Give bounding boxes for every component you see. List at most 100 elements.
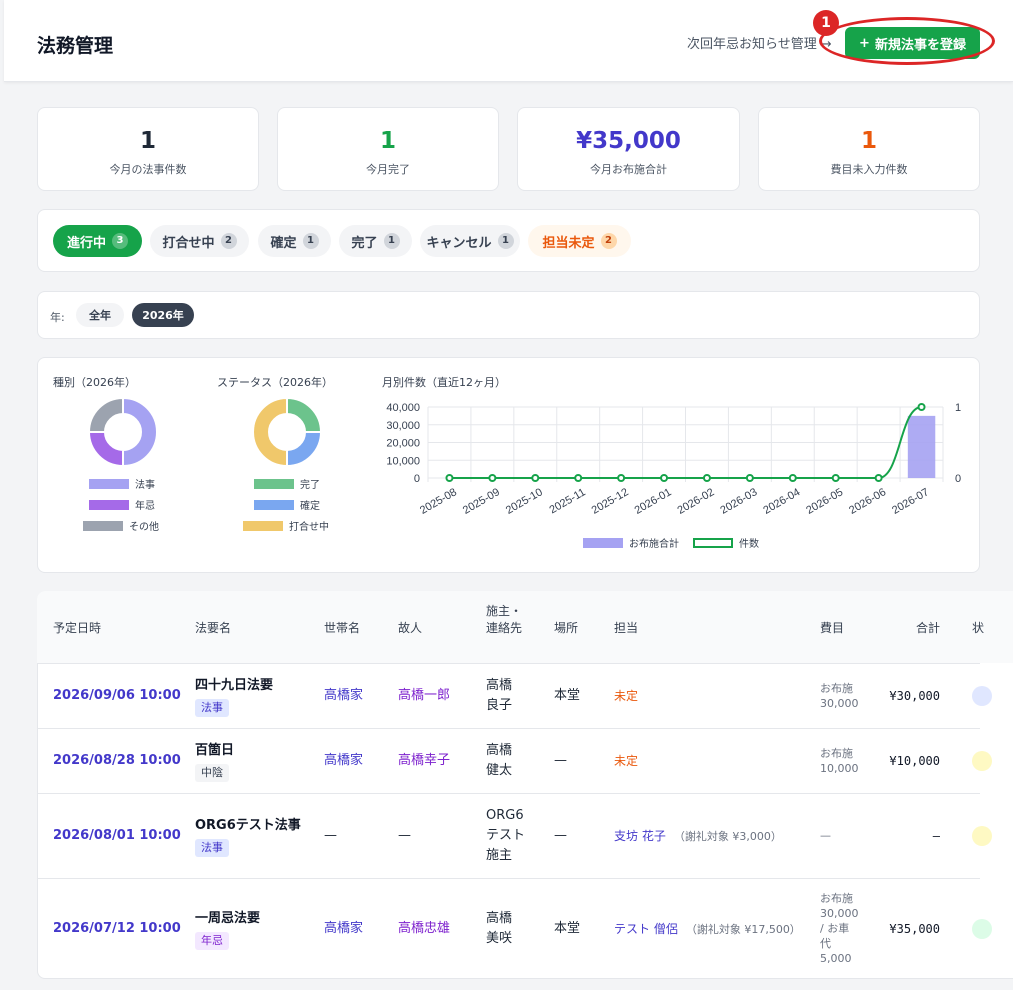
legend-item-other: その他 [83,518,159,533]
legend-swatch [693,537,733,548]
count-badge: 3 [112,233,128,249]
row-service: 一周忌法要 年忌 [195,909,260,951]
col-date: 予定日時 [53,621,102,635]
donut-slice-3 [88,397,124,433]
row-deceased[interactable]: 高橋幸子 [398,751,450,771]
row-family[interactable]: 高橋家 [324,751,363,771]
row-service: ORG6テスト法事 法事 [195,816,301,858]
stat-value: 1 [139,128,156,154]
stat-label: 今月の法事件数 [109,163,187,176]
plus-icon: + [859,35,870,51]
row-family[interactable]: 高橋家 [324,686,363,706]
count-badge: 1 [497,233,514,249]
row-date[interactable]: 2026/07/12 10:00 [53,919,181,939]
status-badge [972,826,992,846]
y-tick-label-right: 0 [955,473,961,485]
year-option-2026[interactable]: 2026年 [132,303,194,327]
row-date[interactable]: 2026/09/06 10:00 [53,686,181,706]
col-host-contact: 施主・連絡先 [486,604,523,635]
year-filter-label: 年: [50,311,65,324]
row-host: 高橋 健太 [486,743,513,778]
point-count [574,474,583,482]
legend-swatch [583,537,623,548]
point-count [702,474,711,482]
service-name[interactable]: 四十九日法要 [195,676,273,696]
notice-management-link[interactable]: 次回年忌お知らせ管理 → [687,33,832,52]
type-tag: 年忌 [195,932,229,950]
row-host: 高橋 美咲 [486,911,513,946]
row-family: — [324,828,337,843]
row-date[interactable]: 2026/08/28 10:00 [53,751,181,771]
y-tick-label-left: 30,000 [386,420,420,432]
type-donut-chart [88,397,158,467]
donut-slice-2 [286,431,322,467]
row-service: 四十九日法要 法事 [195,676,273,718]
y-tick-label-left: 40,000 [386,402,420,414]
stat-value: ¥35,000 [576,128,681,154]
point-count [788,474,797,482]
filter-completed[interactable]: 完了 1 [339,225,412,257]
count-badge: 1 [383,233,400,249]
point-count [917,403,926,411]
status-donut-chart [252,397,322,467]
x-tick-label: 2026-07 [890,486,931,517]
legend-swatch [254,478,294,489]
type-tag: 法事 [195,699,229,717]
status-badge [972,751,992,771]
stat-card-monthly-completed: 1 今月完了 [277,107,499,191]
count-badge: 2 [220,233,237,249]
row-place: — [554,753,567,768]
row-expense: お布施 30,000/ お車代 5,000 [820,892,859,965]
chart-title-monthly: 月別件数（直近12ヶ月） [382,376,506,389]
year-option-all[interactable]: 全年 [76,303,124,327]
x-tick-label: 2025-12 [590,486,631,517]
point-count [660,474,669,482]
row-family[interactable]: 高橋家 [324,919,363,939]
legend-swatch [254,499,294,510]
row-deceased[interactable]: 高橋一郎 [398,686,450,706]
legend-item-confirmed: 確定 [254,497,320,512]
legend-item-nenki: 年忌 [89,497,155,512]
new-service-label: 新規法事を登録 [874,37,966,53]
point-count [531,474,540,482]
service-name[interactable]: 百箇日 [195,741,234,761]
chart-title-type: 種別（2026年） [53,376,136,389]
new-service-button[interactable]: + 新規法事を登録 [845,27,980,59]
filter-meeting[interactable]: 打合せ中 2 [150,225,249,257]
service-name[interactable]: 一周忌法要 [195,909,260,929]
page-title: 法務管理 [37,35,114,57]
col-status: 状 [972,621,985,635]
filter-confirmed[interactable]: 確定 1 [258,225,331,257]
x-tick-label: 2025-08 [418,486,459,517]
col-total: 合計 [916,621,941,635]
point-count [831,474,840,482]
y-tick-label-right: 1 [955,402,961,414]
bar-offering-total [907,415,936,478]
highlight-number-badge: 1 [813,10,839,36]
filter-in-progress[interactable]: 進行中 3 [53,225,142,257]
stat-label: 費目未入力件数 [830,163,908,176]
x-tick-label: 2025-11 [547,486,587,516]
y-tick-label-left: 0 [414,473,420,485]
point-count [874,474,883,482]
row-staff: テスト 僧侶 （謝礼対象 ¥17,500） [614,922,801,936]
point-count [445,474,454,482]
type-tag: 中陰 [195,764,229,782]
col-deceased: 故人 [398,621,423,635]
row-expense: お布施 30,000 [820,682,859,710]
service-name[interactable]: ORG6テスト法事 [195,816,301,836]
filter-unassigned[interactable]: 担当未定 2 [528,225,631,257]
filter-cancelled[interactable]: キャンセル 1 [420,225,520,257]
row-deceased[interactable]: 高橋忠雄 [398,919,450,939]
col-service-name: 法要名 [195,621,232,635]
donut-slice-2 [88,431,124,467]
row-place: — [554,828,567,843]
stat-card-monthly-offering: ¥35,000 今月お布施合計 [517,107,740,191]
point-count [617,474,626,482]
row-place: 本堂 [554,688,581,703]
row-date[interactable]: 2026/08/01 10:00 [53,826,181,846]
donut-slice-3 [252,397,288,467]
legend-item-completed: 完了 [254,476,320,491]
row-place: 本堂 [554,921,581,936]
col-expense: 費目 [820,621,845,635]
